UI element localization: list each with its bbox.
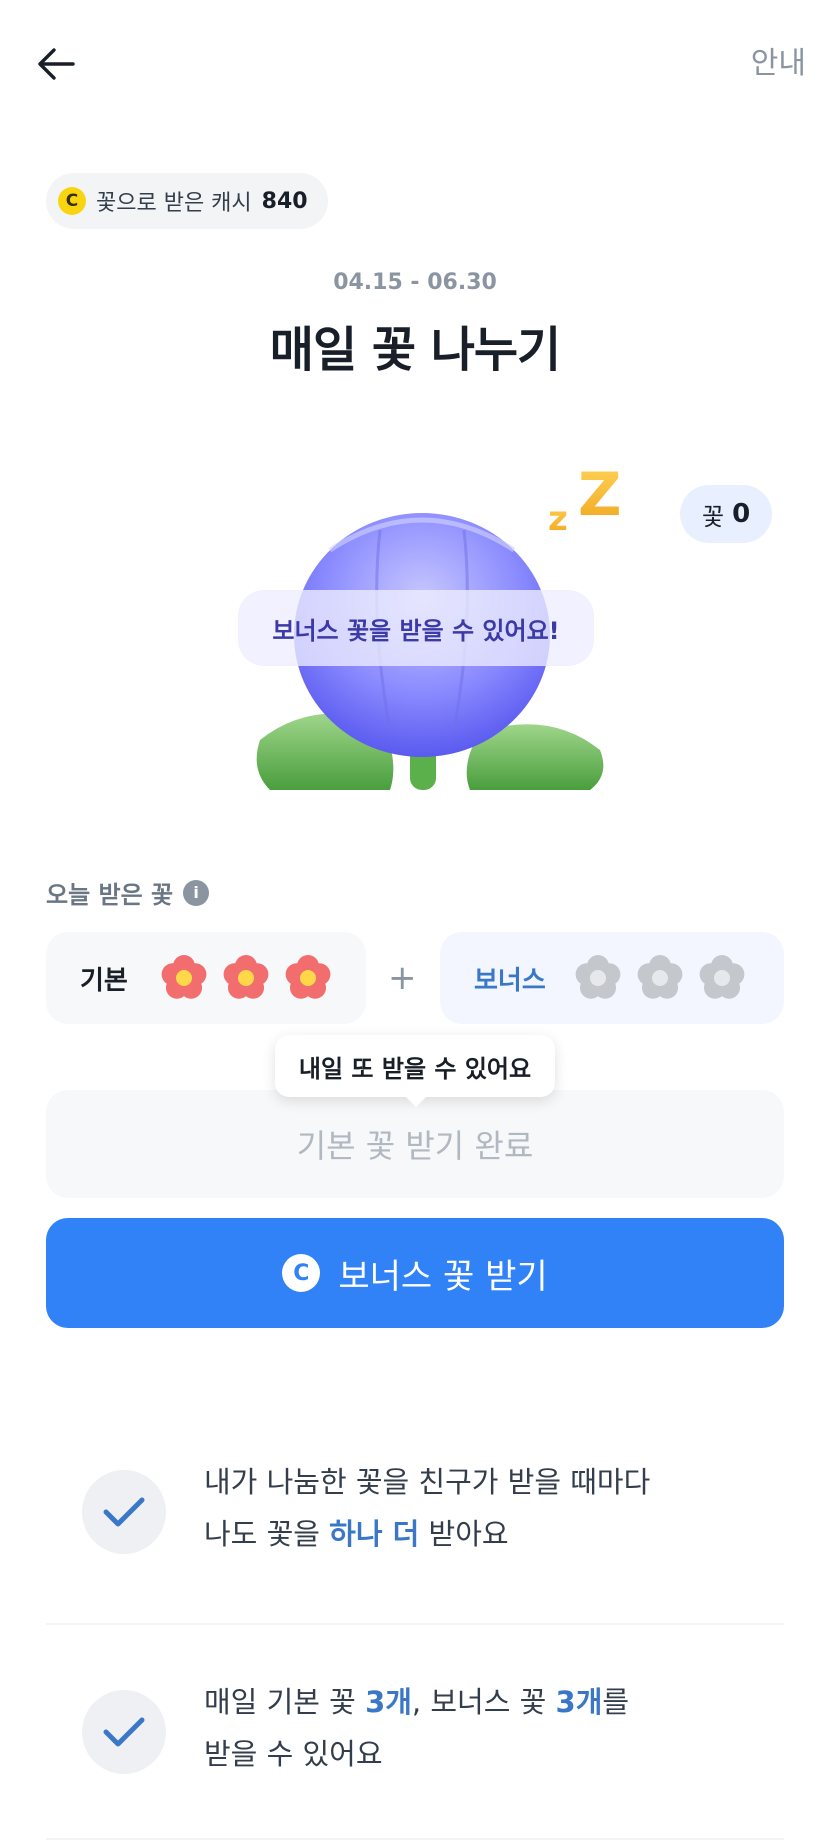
coin-icon: C: [58, 187, 86, 215]
benefit-text-part: , 보너스 꽃: [411, 1685, 556, 1719]
svg-text:z: z: [548, 499, 568, 539]
flower-icon: [637, 955, 683, 999]
today-label-text: 오늘 받은 꽃: [46, 881, 174, 909]
receive-bonus-label: 보너스 꽃 받기: [338, 1256, 548, 1297]
svg-text:Z: Z: [578, 470, 622, 530]
flower-icon: [161, 955, 207, 999]
check-icon: [82, 1690, 166, 1774]
page-title: 매일 꽃 나누기: [269, 322, 561, 378]
flower-icon: [223, 955, 269, 999]
benefit-item-daily: 매일 기본 꽃 3개, 보너스 꽃 3개를 받을 수 있어요: [46, 1685, 784, 1810]
benefit-line: 내가 나눔한 꽃을 친구가 받을 때마다: [204, 1465, 651, 1499]
basic-flower-card: 기본: [46, 932, 366, 1024]
benefit-text-part: 나도 꽃을: [204, 1517, 330, 1551]
guide-button[interactable]: 안내: [751, 40, 806, 88]
info-icon[interactable]: i: [183, 879, 210, 906]
cash-value: 840: [261, 188, 308, 214]
cash-chip[interactable]: C 꽃으로 받은 캐시 840: [46, 173, 328, 229]
benefit-text: 매일 기본 꽃 3개, 보너스 꽃 3개를 받을 수 있어요: [204, 1676, 629, 1780]
bonus-flower-list: [572, 952, 748, 1004]
benefit-text-part: 매일 기본 꽃: [204, 1685, 366, 1719]
coin-icon: C: [282, 1254, 321, 1292]
benefit-highlight: 3개: [365, 1685, 412, 1719]
benefit-line: 받을 수 있어요: [204, 1737, 383, 1771]
benefit-item-share: 내가 나눔한 꽃을 친구가 받을 때마다 나도 꽃을 하나 더 받아요: [46, 1465, 784, 1590]
benefit-line: 나도 꽃을 하나 더 받아요: [204, 1508, 650, 1560]
bonus-message-bubble: 보너스 꽃을 받을 수 있어요!: [238, 590, 594, 666]
flower-icon: [285, 955, 331, 999]
divider: [46, 1838, 784, 1840]
benefit-text: 내가 나눔한 꽃을 친구가 받을 때마다 나도 꽃을 하나 더 받아요: [204, 1456, 650, 1560]
divider: [46, 1623, 784, 1625]
arrow-left-icon: [38, 48, 75, 80]
event-period: 04.15 - 06.30: [333, 270, 497, 295]
benefit-text-part: 를: [602, 1685, 630, 1719]
check-icon: [82, 1470, 166, 1554]
plus-sign: +: [388, 958, 417, 998]
bonus-flower-card: 보너스: [440, 932, 784, 1024]
back-button[interactable]: [28, 40, 84, 88]
today-received-label: 오늘 받은 꽃 i: [46, 875, 210, 910]
benefit-text-part: 받아요: [419, 1517, 509, 1551]
top-bar: 안내: [0, 0, 830, 120]
bonus-card-label: 보너스: [474, 965, 546, 996]
flower-count-value: 0: [732, 499, 751, 529]
tomorrow-tooltip: 내일 또 받을 수 있어요: [275, 1035, 555, 1107]
receive-bonus-flower-button[interactable]: C 보너스 꽃 받기: [46, 1218, 784, 1328]
flower-count-badge: 꽃 0: [680, 485, 773, 543]
basic-flower-list: [158, 952, 334, 1004]
flower-count-label: 꽃: [702, 502, 725, 531]
basic-card-label: 기본: [80, 965, 128, 996]
benefit-highlight: 하나 더: [329, 1517, 420, 1551]
flower-icon: [575, 955, 621, 999]
cash-label: 꽃으로 받은 캐시: [96, 191, 252, 216]
benefit-line: 매일 기본 꽃 3개, 보너스 꽃 3개를: [204, 1676, 629, 1728]
flower-icon: [699, 955, 745, 999]
benefit-highlight: 3개: [555, 1685, 603, 1719]
